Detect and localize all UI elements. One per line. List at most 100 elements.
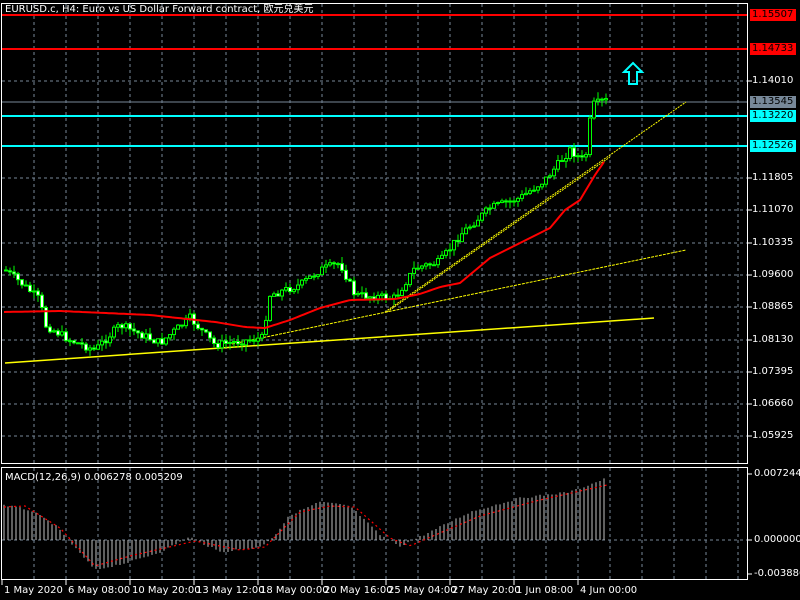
price-tick-label: 1.10335	[752, 237, 794, 248]
bull-candle	[328, 262, 332, 266]
bull-candle	[472, 225, 476, 228]
bear-candle	[104, 340, 108, 344]
bull-candle	[284, 287, 288, 291]
bull-candle	[320, 266, 324, 276]
bull-candle	[300, 279, 304, 286]
bear-candle	[80, 342, 84, 345]
bull-candle	[448, 249, 452, 252]
bear-candle	[180, 324, 184, 327]
bull-candle	[440, 254, 444, 259]
bull-candle	[380, 293, 384, 296]
bear-candle	[56, 330, 60, 336]
bear-candle	[36, 290, 40, 296]
bull-candle	[220, 340, 224, 349]
bull-candle	[444, 250, 448, 256]
bear-candle	[64, 331, 68, 342]
bear-candle	[224, 340, 228, 344]
bull-candle	[476, 219, 480, 227]
bull-candle	[52, 330, 56, 333]
bear-candle	[84, 343, 88, 351]
candlesticks	[4, 92, 608, 356]
bear-candle	[160, 338, 164, 345]
bull-candle	[176, 324, 180, 330]
bear-candle	[28, 284, 32, 292]
bear-candle	[12, 271, 16, 275]
bull-candle	[100, 340, 104, 346]
main-chart-frame	[1, 3, 748, 464]
price-tick-label: 1.07395	[752, 366, 794, 377]
trendlines[interactable]	[4, 101, 687, 364]
bull-candle	[156, 338, 160, 344]
bull-candle	[452, 239, 456, 251]
price-tick-label: 1.09600	[752, 269, 794, 280]
bull-candle	[436, 257, 440, 266]
bull-candle	[280, 289, 284, 297]
bull-candle	[544, 176, 548, 185]
bear-candle	[456, 239, 460, 243]
bear-candle	[196, 323, 200, 329]
price-tick-label: 1.11070	[752, 204, 794, 215]
grid	[2, 4, 747, 579]
bull-candle	[256, 337, 260, 342]
bull-candle	[500, 200, 504, 203]
bear-candle	[312, 275, 316, 278]
bull-candle	[296, 284, 300, 291]
bull-candle	[576, 155, 580, 158]
bear-candle	[580, 155, 584, 158]
bull-candle	[552, 168, 556, 177]
bear-candle	[200, 327, 204, 331]
bull-candle	[492, 202, 496, 209]
bear-candle	[332, 262, 336, 265]
bull-candle	[592, 100, 596, 119]
bear-candle	[4, 269, 8, 272]
bear-candle	[488, 207, 492, 210]
bull-candle	[144, 333, 148, 339]
bear-candle	[20, 279, 24, 286]
trendline-steep[interactable]	[384, 101, 687, 313]
bear-candle	[208, 331, 212, 339]
bull-candle	[172, 328, 176, 336]
bull-candle	[88, 347, 92, 351]
bull-candle	[60, 331, 64, 336]
bear-candle	[136, 330, 140, 334]
macd-signal-line	[3, 484, 608, 567]
bear-candle	[512, 200, 516, 203]
trendline-mid[interactable]	[231, 249, 687, 345]
bull-candle	[116, 324, 120, 328]
bear-candle	[40, 294, 44, 309]
bear-candle	[148, 333, 152, 341]
bull-candle	[308, 275, 312, 280]
chart-title: EURUSD.c, H4: Euro vs US Dollar Forward …	[5, 4, 314, 15]
bull-candle	[588, 117, 592, 156]
bull-candle	[368, 296, 372, 299]
time-label: 13 May 12:00	[196, 585, 265, 596]
bull-candle	[360, 292, 364, 295]
bull-candle	[548, 175, 552, 178]
time-label: 1 Jun 08:00	[516, 585, 574, 596]
bear-candle	[140, 332, 144, 339]
bull-candle	[604, 98, 608, 101]
bear-candle	[560, 160, 564, 163]
bear-candle	[152, 339, 156, 344]
bull-candle	[76, 342, 80, 345]
bear-candle	[504, 200, 508, 203]
bear-candle	[212, 337, 216, 344]
bear-candle	[276, 293, 280, 297]
bull-candle	[460, 233, 464, 243]
bull-candle	[188, 313, 192, 319]
bear-candle	[72, 340, 76, 344]
bull-candle	[272, 293, 276, 297]
bull-candle	[124, 323, 128, 329]
macd-tick-label: 0.007244	[754, 468, 800, 479]
price-tick-label: 1.06660	[752, 398, 794, 409]
bear-candle	[128, 323, 132, 330]
bull-candle	[524, 192, 528, 196]
chart-canvas[interactable]	[0, 0, 800, 600]
time-label: 10 May 20:00	[132, 585, 201, 596]
bull-candle	[112, 326, 116, 338]
bull-candle	[520, 194, 524, 199]
bull-candle	[412, 267, 416, 274]
bull-candle	[324, 264, 328, 268]
bear-candle	[252, 339, 256, 342]
bear-candle	[600, 98, 604, 101]
